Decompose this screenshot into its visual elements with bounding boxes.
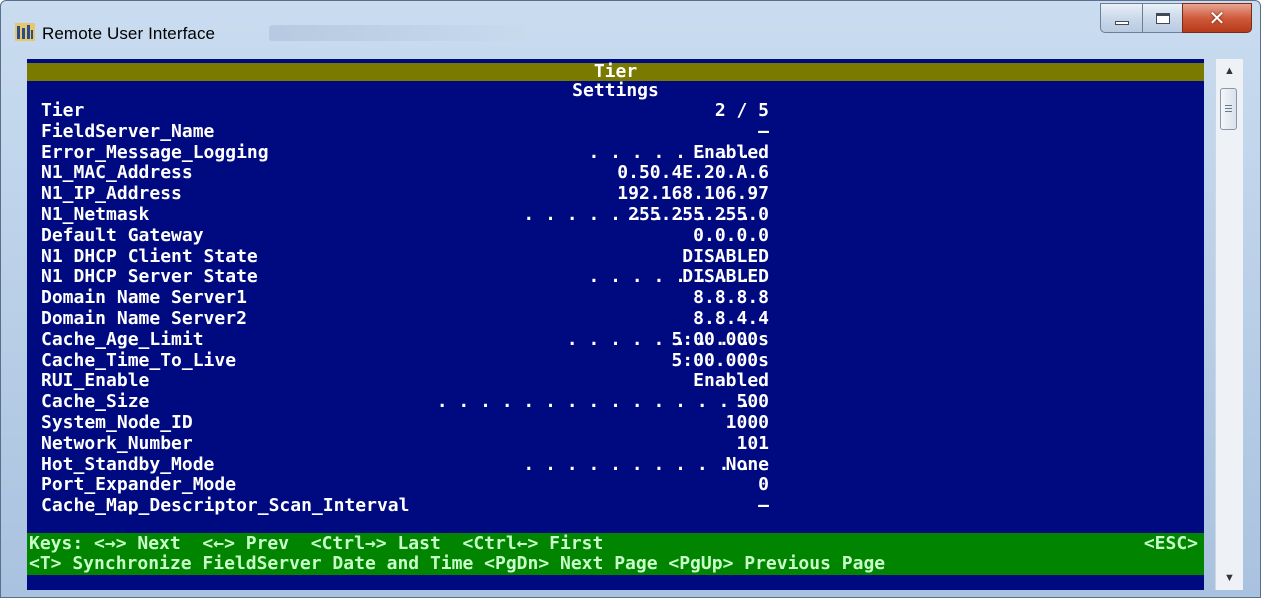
setting-row: Port_Expander_Mode 0 bbox=[41, 475, 1161, 495]
setting-value: 8.8.4.4 bbox=[693, 308, 769, 329]
title-bar[interactable]: Remote User Interface ✕ bbox=[1, 1, 1260, 51]
setting-value: 500 bbox=[736, 391, 769, 413]
setting-value: 1000 bbox=[725, 412, 769, 433]
window-title: Remote User Interface bbox=[42, 24, 216, 43]
scroll-down-button[interactable]: ▼ bbox=[1216, 566, 1243, 590]
setting-row: RUI_Enable Enabled bbox=[41, 371, 1161, 391]
setting-label: Cache_Time_To_Live bbox=[41, 349, 237, 371]
setting-label: Network_Number bbox=[41, 432, 193, 454]
setting-value: None bbox=[725, 453, 769, 475]
setting-row: Tier 2 / 5 bbox=[41, 101, 1161, 121]
setting-value: 101 bbox=[736, 432, 769, 454]
setting-row: Default Gateway 0.0.0.0 bbox=[41, 224, 1161, 246]
close-button[interactable]: ✕ bbox=[1182, 3, 1252, 33]
leader-dots: . . . . . . . . . . . bbox=[523, 453, 751, 475]
setting-row: FieldServer_Name — bbox=[41, 120, 1161, 142]
grip-line bbox=[1225, 108, 1232, 109]
setting-label: Port_Expander_Mode bbox=[41, 474, 237, 496]
screen-subtitle: Settings bbox=[572, 80, 659, 101]
setting-value: — bbox=[758, 495, 769, 517]
setting-row: Cache_Time_To_Live 5:00.000s bbox=[41, 349, 1161, 371]
scroll-up-button[interactable]: ▲ bbox=[1216, 59, 1243, 83]
setting-value: DISABLED bbox=[682, 245, 769, 267]
setting-label: Hot_Standby_Mode bbox=[41, 453, 215, 475]
setting-label: Cache_Map_Descriptor_Scan_Interval bbox=[41, 495, 410, 517]
screen-header-bar: Tier bbox=[27, 63, 1204, 81]
vertical-scrollbar[interactable]: ▲ ▼ bbox=[1215, 59, 1243, 590]
setting-value: 0.50.4E.20.A.6 bbox=[617, 162, 769, 184]
setting-label: FieldServer_Name bbox=[41, 120, 215, 142]
setting-label: Domain Name Server2 bbox=[41, 308, 247, 329]
setting-label: Cache_Size bbox=[41, 391, 150, 413]
setting-label: N1 DHCP Server State bbox=[41, 266, 258, 288]
esc-key-hint: <ESC> bbox=[1143, 533, 1198, 554]
setting-value: 0.0.0.0 bbox=[693, 224, 769, 246]
setting-label: RUI_Enable bbox=[41, 370, 150, 392]
setting-value: 5:00.000s bbox=[671, 328, 769, 350]
setting-value: Enabled bbox=[693, 141, 769, 163]
setting-row: N1 DHCP Server State. . . . . . . . DISAB… bbox=[41, 267, 1161, 287]
setting-value: 8.8.8.8 bbox=[693, 287, 769, 309]
setting-row: Domain Name Server2 8.8.4.4 bbox=[41, 309, 1161, 329]
setting-label: Domain Name Server1 bbox=[41, 287, 247, 309]
maximize-icon bbox=[1155, 12, 1170, 24]
app-window: Remote User Interface ✕ Tier Settings Ti… bbox=[0, 0, 1261, 598]
setting-value: 192.168.106.97 bbox=[617, 183, 769, 205]
setting-value: 2 / 5 bbox=[714, 100, 769, 121]
setting-row: Cache_Age_Limit. . . . . . . . . 5:00.000… bbox=[41, 328, 1161, 350]
building-icon bbox=[15, 23, 35, 41]
title-blur bbox=[269, 25, 529, 41]
arrow-up-icon: ▲ bbox=[1224, 65, 1235, 77]
minimize-icon bbox=[1114, 21, 1129, 25]
setting-row: N1_IP_Address 192.168.106.97 bbox=[41, 184, 1161, 204]
setting-value: 0 bbox=[758, 474, 769, 496]
setting-label: Tier bbox=[41, 100, 85, 121]
keys-line-1: Keys: <→> Next <←> Prev <Ctrl→> Last <Ct… bbox=[29, 533, 604, 554]
setting-row: Cache_Size . . . . . . . . . . . . . . .5… bbox=[41, 392, 1161, 412]
keys-line-2: <T> Synchronize FieldServer Date and Tim… bbox=[29, 553, 886, 574]
setting-row: Hot_Standby_Mode . . . . . . . . . . . Non… bbox=[41, 453, 1161, 475]
setting-row: Domain Name Server1 8.8.8.8 bbox=[41, 288, 1161, 308]
console-screen[interactable]: Tier Settings Tier 2 / 5 FieldServer_Name —… bbox=[27, 59, 1204, 590]
caption-buttons: ✕ bbox=[1100, 3, 1252, 39]
setting-label: N1_IP_Address bbox=[41, 183, 182, 205]
minimize-button[interactable] bbox=[1100, 3, 1142, 33]
setting-value: — bbox=[758, 120, 769, 142]
setting-label: Default Gateway bbox=[41, 224, 204, 246]
setting-row: System_Node_ID 1000 bbox=[41, 413, 1161, 433]
setting-value: DISABLED bbox=[682, 266, 769, 288]
setting-row: N1_MAC_Address 0.50.4E.20.A.6 bbox=[41, 163, 1161, 183]
setting-row: Cache_Map_Descriptor_Scan_Interval — bbox=[41, 496, 1161, 516]
setting-label: N1_Netmask bbox=[41, 204, 150, 225]
setting-label: Cache_Age_Limit bbox=[41, 328, 204, 350]
setting-row: N1 DHCP Client State DISABLED bbox=[41, 245, 1161, 267]
maximize-button[interactable] bbox=[1142, 3, 1182, 33]
setting-label: System_Node_ID bbox=[41, 412, 193, 433]
setting-value: 255.255.255.0 bbox=[628, 204, 769, 225]
setting-label: N1_MAC_Address bbox=[41, 162, 193, 184]
setting-label: Error_Message_Logging bbox=[41, 141, 269, 163]
setting-row: Error_Message_Logging. . . . . . . . Enab… bbox=[41, 141, 1161, 163]
setting-label: N1 DHCP Client State bbox=[41, 245, 258, 267]
keys-help-bar: Keys: <→> Next <←> Prev <Ctrl→> Last <Ct… bbox=[27, 533, 1204, 575]
scroll-thumb[interactable] bbox=[1220, 88, 1237, 130]
grip-line bbox=[1225, 111, 1232, 112]
grip-line bbox=[1225, 105, 1232, 106]
setting-row: Network_Number 101 bbox=[41, 432, 1161, 454]
arrow-down-icon: ▼ bbox=[1224, 572, 1235, 584]
leader-dots: . . . . . . . . . . . . . . . bbox=[436, 391, 751, 413]
setting-row: N1_Netmask. . . . . . . . . . . 255.255.2… bbox=[41, 205, 1161, 225]
screen-header-title: Tier bbox=[593, 61, 638, 82]
setting-value: Enabled bbox=[693, 370, 769, 392]
close-icon: ✕ bbox=[1208, 6, 1226, 30]
setting-value: 5:00.000s bbox=[671, 349, 769, 371]
